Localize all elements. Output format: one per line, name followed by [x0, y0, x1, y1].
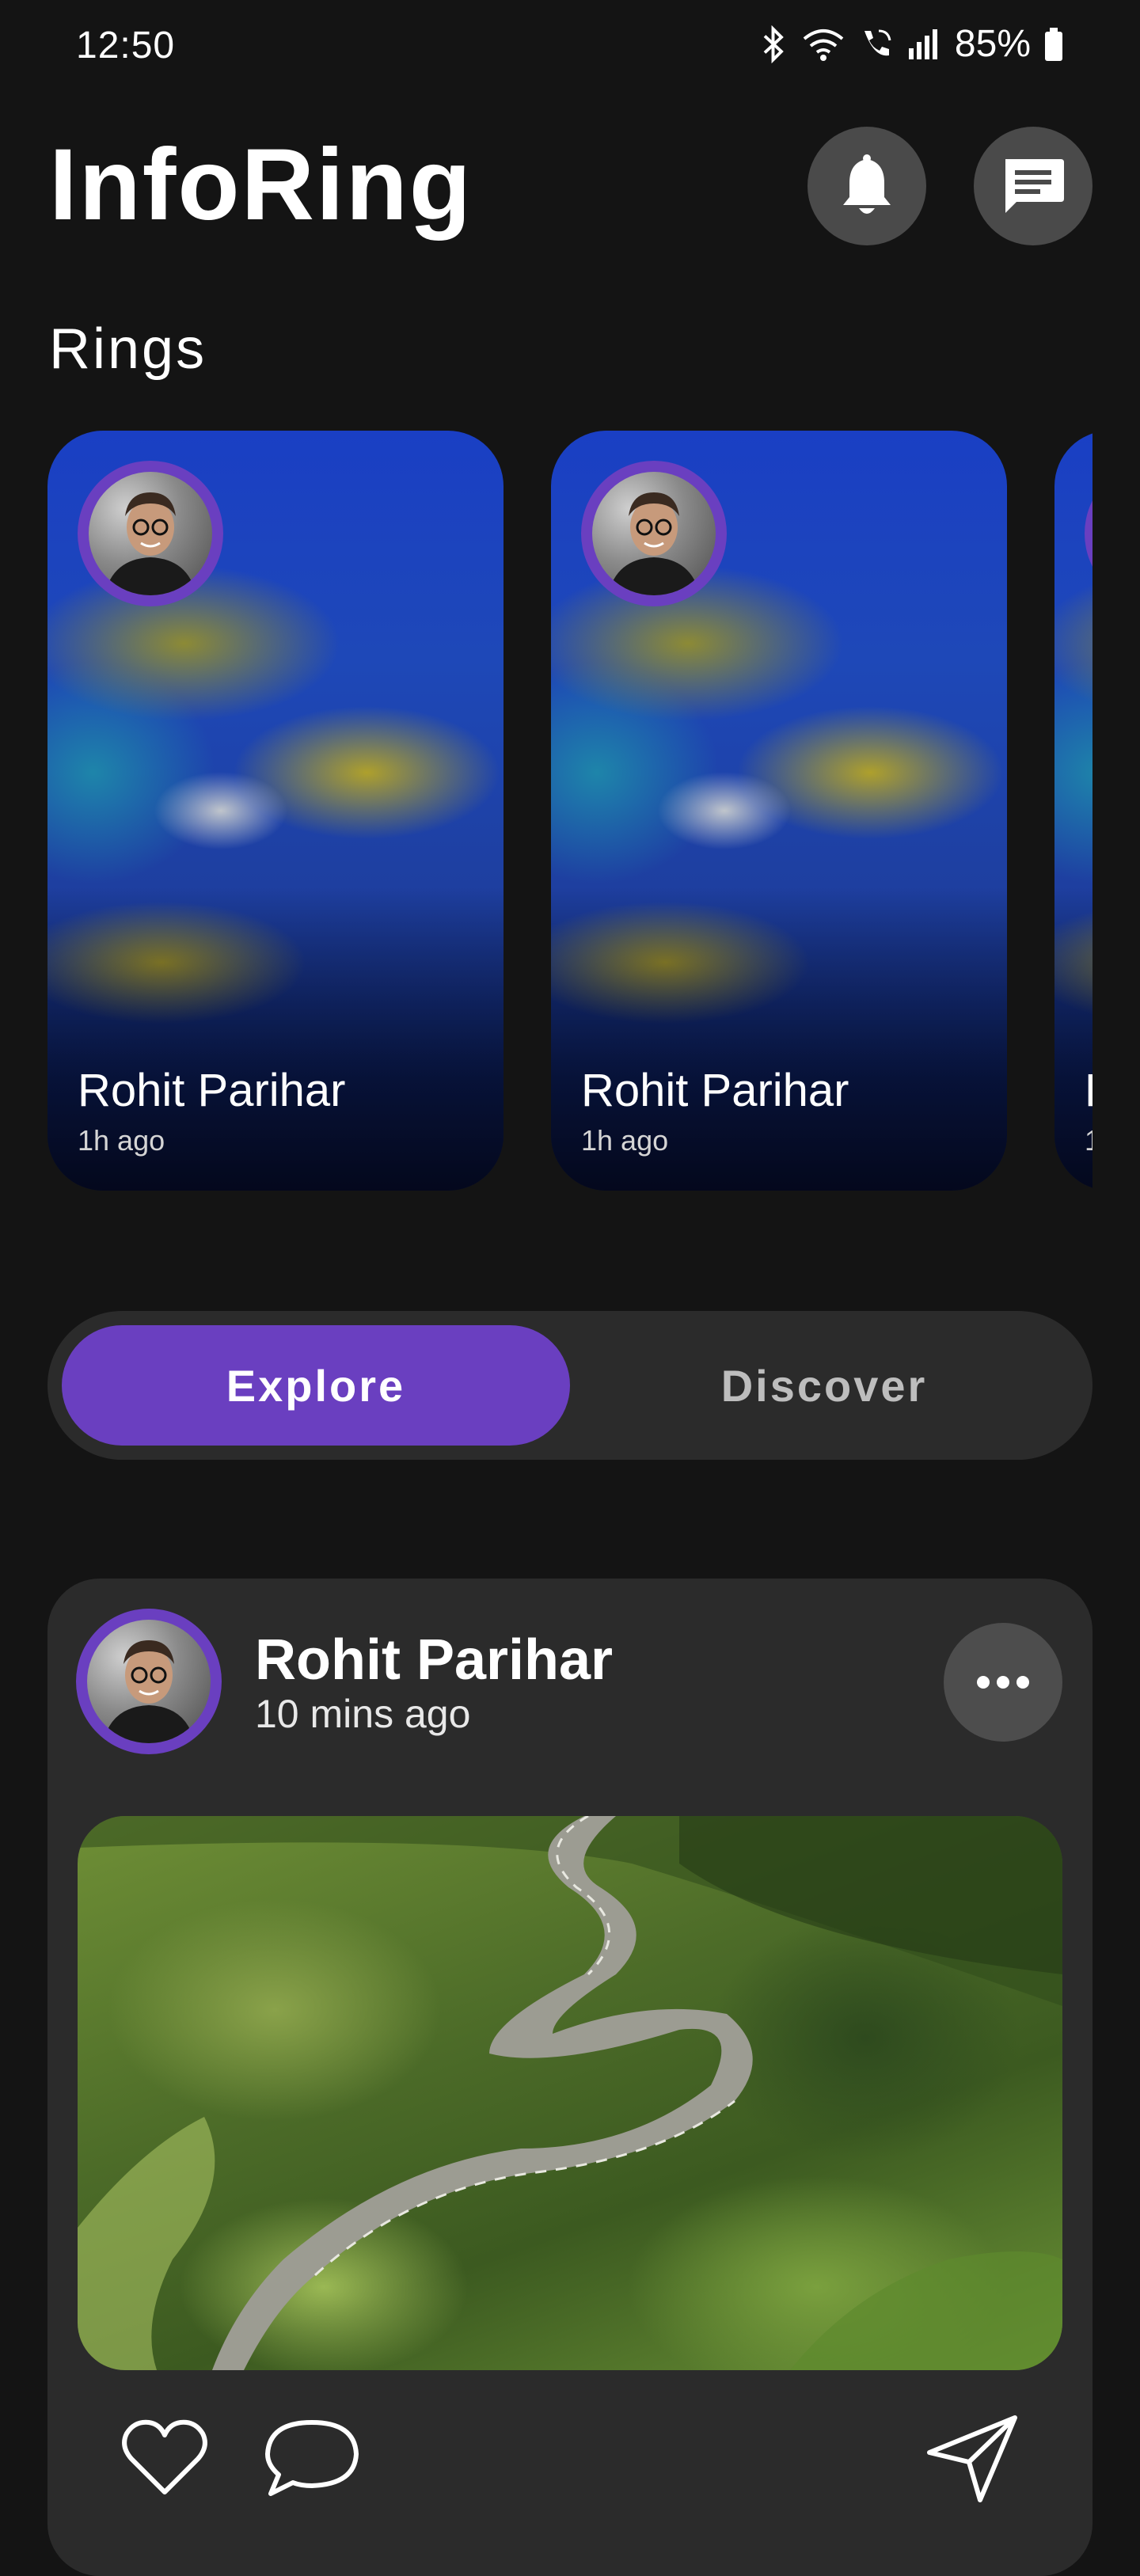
ring-avatar-border [78, 461, 223, 606]
avatar [592, 472, 716, 595]
ring-card[interactable]: Rohit Parihar 1h ago [1054, 431, 1092, 1191]
tab-explore[interactable]: Explore [62, 1325, 570, 1446]
ring-avatar-border [581, 461, 727, 606]
ring-card[interactable]: Rohit Parihar 1h ago [551, 431, 1007, 1191]
more-icon [977, 1676, 1029, 1689]
avatar [87, 1620, 211, 1743]
bell-icon [843, 154, 891, 214]
post-image[interactable] [78, 1816, 1062, 2370]
ring-time: 1h ago [78, 1124, 165, 1157]
rings-section-title: Rings [49, 317, 207, 381]
bluetooth-icon [763, 25, 784, 63]
post-time: 10 mins ago [255, 1692, 471, 1736]
wifi-call-icon [864, 29, 891, 55]
ring-avatar-border [1085, 461, 1092, 606]
ring-author-name: Rohit Parihar [78, 1065, 346, 1116]
app-title: InfoRing [49, 128, 473, 241]
messages-button[interactable] [974, 127, 1092, 245]
battery-icon [1045, 27, 1062, 61]
heart-icon[interactable] [120, 2418, 209, 2497]
notifications-button[interactable] [808, 127, 926, 245]
status-icons: 85% [760, 22, 1064, 66]
tab-discover[interactable]: Discover [570, 1325, 1078, 1446]
wifi-icon [803, 28, 844, 61]
ring-card[interactable]: Rohit Parihar 1h ago [48, 431, 504, 1191]
more-options-button[interactable] [944, 1623, 1062, 1742]
ring-time: 1h ago [581, 1124, 669, 1157]
landscape-photo [78, 1816, 1062, 2370]
post-actions [48, 2394, 1092, 2513]
battery-percent: 85% [954, 23, 1031, 65]
post-avatar-border[interactable] [76, 1609, 222, 1754]
avatar [89, 472, 212, 595]
status-time: 12:50 [76, 25, 176, 66]
rings-carousel[interactable]: Rohit Parihar 1h ago Rohit Parihar 1h ag… [48, 431, 1092, 1191]
post-card: Rohit Parihar 10 mins ago [48, 1579, 1092, 2576]
ring-author-name: Rohit Parihar [581, 1065, 849, 1116]
post-author-name[interactable]: Rohit Parihar [255, 1628, 613, 1693]
ring-time: 1h ago [1085, 1124, 1092, 1157]
ring-author-name: Rohit Parihar [1085, 1064, 1092, 1117]
signal-icon [908, 28, 937, 59]
feed-toggle: Explore Discover [48, 1311, 1092, 1460]
send-icon[interactable] [925, 2413, 1021, 2505]
chat-icon [1005, 159, 1064, 213]
comment-icon[interactable] [263, 2418, 361, 2500]
